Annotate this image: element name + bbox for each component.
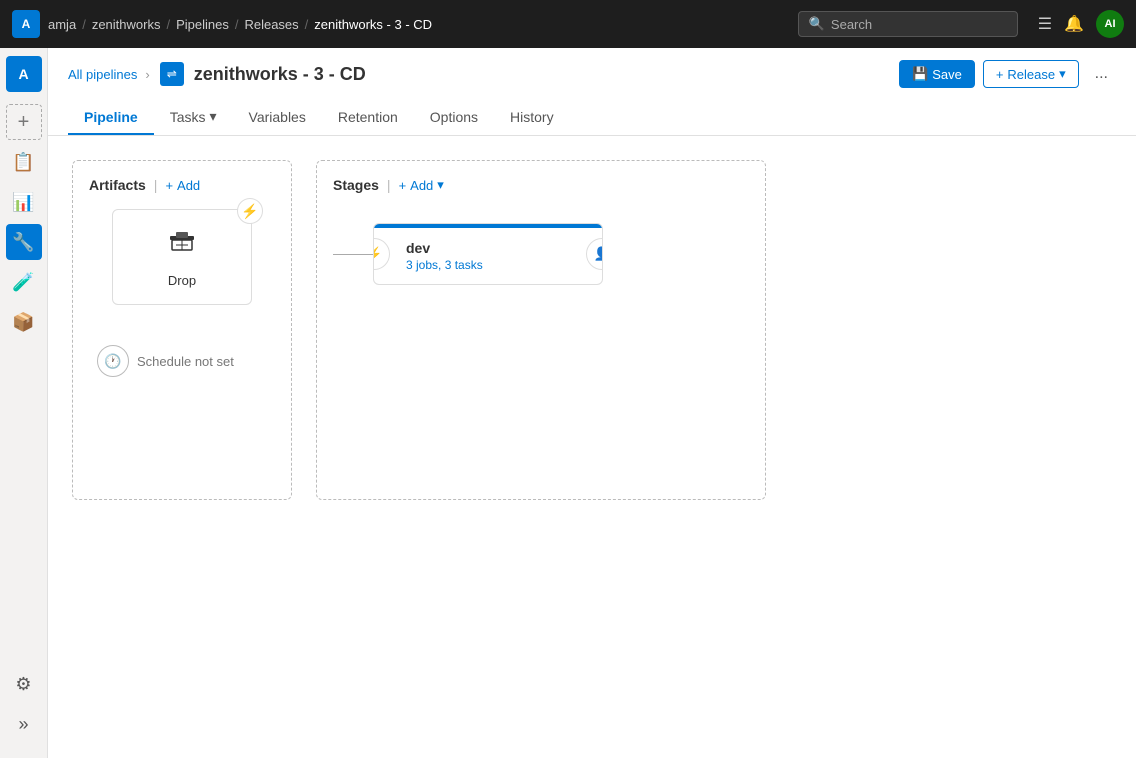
stage-name: dev bbox=[406, 240, 590, 256]
pipeline-sections: Artifacts | + Add ⚡ bbox=[72, 160, 1112, 500]
azure-devops-logo[interactable]: A bbox=[12, 10, 40, 38]
top-bar-icons: ☰ 🔔 AI bbox=[1038, 10, 1124, 38]
sidebar-item-artifacts[interactable]: 📦 bbox=[6, 304, 42, 340]
stages-chevron-icon: ▾ bbox=[437, 177, 444, 193]
artifact-lightning-badge[interactable]: ⚡ bbox=[237, 198, 263, 224]
artifact-card[interactable]: ⚡ Drop bbox=[112, 209, 252, 305]
tab-options[interactable]: Options bbox=[414, 101, 494, 135]
artifacts-section: Artifacts | + Add ⚡ bbox=[72, 160, 292, 500]
schedule-icon: 🕐 bbox=[97, 345, 129, 377]
tab-pipeline[interactable]: Pipeline bbox=[68, 101, 154, 135]
stage-meta: 3 jobs, 3 tasks bbox=[406, 258, 590, 272]
search-icon: 🔍 bbox=[809, 16, 825, 32]
breadcrumb-zenithworks[interactable]: zenithworks bbox=[92, 17, 161, 32]
tasks-chevron-icon: ▾ bbox=[209, 108, 216, 125]
page-title: zenithworks - 3 - CD bbox=[194, 64, 366, 85]
stages-title: Stages bbox=[333, 177, 379, 193]
pipeline-canvas: Artifacts | + Add ⚡ bbox=[48, 136, 1136, 758]
search-bar[interactable]: 🔍 Search bbox=[798, 11, 1018, 37]
release-button[interactable]: + Release ▾ bbox=[983, 60, 1079, 88]
page-header: All pipelines › ⇌ zenithworks - 3 - CD 💾… bbox=[48, 48, 1136, 136]
settings-icon: ⚙ bbox=[15, 674, 31, 695]
save-icon: 💾 bbox=[912, 66, 928, 82]
boards-icon: 📋 bbox=[12, 152, 34, 173]
page-title-row: All pipelines › ⇌ zenithworks - 3 - CD bbox=[68, 62, 366, 86]
sidebar-add-button[interactable]: + bbox=[6, 104, 42, 140]
sidebar-item-boards[interactable]: 📋 bbox=[6, 144, 42, 180]
sidebar-item-test-plans[interactable]: 🧪 bbox=[6, 264, 42, 300]
stage-card-dev[interactable]: ⚡ dev 3 jobs, 3 tasks 👤 bbox=[373, 223, 603, 285]
tab-variables[interactable]: Variables bbox=[233, 101, 322, 135]
overflow-menu-button[interactable]: ... bbox=[1087, 61, 1116, 87]
list-icon[interactable]: ☰ bbox=[1038, 14, 1052, 34]
notifications-icon[interactable]: 🔔 bbox=[1064, 14, 1084, 34]
main-layout: A + 📋 📊 🔧 🧪 📦 ⚙ » bbox=[0, 48, 1136, 758]
page-breadcrumb: All pipelines › bbox=[68, 67, 150, 82]
artifacts-header: Artifacts | + Add bbox=[89, 177, 275, 193]
breadcrumb-pipelines[interactable]: Pipelines bbox=[176, 17, 229, 32]
chevron-right-icon: » bbox=[18, 714, 28, 735]
stage-lightning-icon: ⚡ bbox=[373, 246, 383, 263]
artifacts-icon: 📦 bbox=[12, 312, 34, 333]
sidebar-item-pipelines[interactable]: 🔧 bbox=[6, 224, 42, 260]
top-bar: A amja / zenithworks / Pipelines / Relea… bbox=[0, 0, 1136, 48]
breadcrumb-amja[interactable]: amja bbox=[48, 17, 76, 32]
tab-history[interactable]: History bbox=[494, 101, 570, 135]
sidebar-logo[interactable]: A bbox=[6, 56, 42, 92]
repos-icon: 📊 bbox=[12, 192, 34, 213]
chevron-down-icon: ▾ bbox=[1059, 66, 1066, 82]
stages-plus-icon: + bbox=[399, 178, 407, 193]
artifacts-plus-icon: + bbox=[165, 178, 173, 193]
content-area: All pipelines › ⇌ zenithworks - 3 - CD 💾… bbox=[48, 48, 1136, 758]
artifacts-add-link[interactable]: + Add bbox=[165, 178, 200, 193]
stage-card-body: dev 3 jobs, 3 tasks bbox=[374, 228, 602, 284]
save-button[interactable]: 💾 Save bbox=[899, 60, 975, 88]
plus-icon: + bbox=[996, 67, 1004, 82]
schedule-text: Schedule not set bbox=[137, 354, 234, 369]
stages-section: Stages | + Add ▾ bbox=[316, 160, 766, 500]
page-header-actions: 💾 Save + Release ▾ ... bbox=[899, 60, 1116, 88]
user-avatar[interactable]: AI bbox=[1096, 10, 1124, 38]
pipeline-type-icon: ⇌ bbox=[160, 62, 184, 86]
test-plans-icon: 🧪 bbox=[12, 272, 34, 293]
lightning-icon: ⚡ bbox=[241, 203, 258, 220]
stage-info: dev 3 jobs, 3 tasks bbox=[386, 240, 590, 272]
pipelines-icon: 🔧 bbox=[12, 232, 34, 253]
artifact-label: Drop bbox=[168, 273, 196, 288]
breadcrumb: amja / zenithworks / Pipelines / Release… bbox=[48, 17, 432, 32]
sidebar-settings[interactable]: ⚙ bbox=[6, 666, 42, 702]
tabs-nav: Pipeline Tasks ▾ Variables Retention Opt… bbox=[68, 100, 1116, 135]
stages-header: Stages | + Add ▾ bbox=[333, 177, 749, 193]
sidebar-collapse[interactable]: » bbox=[6, 706, 42, 742]
sidebar-item-repos[interactable]: 📊 bbox=[6, 184, 42, 220]
artifact-drop-icon bbox=[166, 226, 198, 265]
tab-retention[interactable]: Retention bbox=[322, 101, 414, 135]
artifacts-title: Artifacts bbox=[89, 177, 146, 193]
stage-connector-line bbox=[333, 254, 373, 255]
stages-add-link[interactable]: + Add ▾ bbox=[399, 177, 444, 193]
sidebar: A + 📋 📊 🔧 🧪 📦 ⚙ » bbox=[0, 48, 48, 758]
tab-tasks[interactable]: Tasks ▾ bbox=[154, 100, 233, 135]
breadcrumb-current: zenithworks - 3 - CD bbox=[314, 17, 432, 32]
page-header-top: All pipelines › ⇌ zenithworks - 3 - CD 💾… bbox=[68, 60, 1116, 88]
schedule-area[interactable]: 🕐 Schedule not set bbox=[89, 337, 275, 385]
breadcrumb-releases[interactable]: Releases bbox=[244, 17, 298, 32]
all-pipelines-link[interactable]: All pipelines bbox=[68, 67, 137, 82]
